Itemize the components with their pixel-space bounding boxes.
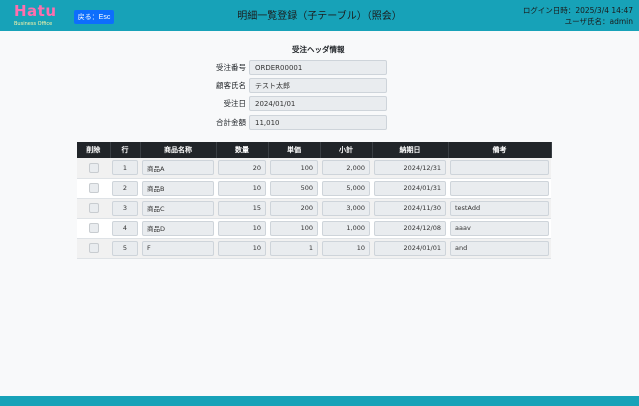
line-number: 4 — [112, 220, 138, 236]
unit-price: 100 — [270, 220, 318, 236]
due-date: 2024/11/30 — [374, 200, 446, 216]
login-datetime: ログイン日時：2025/3/4 14:47 — [523, 5, 633, 16]
note: testAdd — [450, 200, 549, 216]
quantity: 10 — [218, 180, 266, 196]
user-info: ログイン日時：2025/3/4 14:47 ユーザ氏名：admin — [523, 5, 633, 27]
col-unit-price: 単価 — [268, 142, 321, 158]
product-name: F — [142, 240, 214, 256]
quantity: 20 — [218, 160, 266, 176]
due-date: 2024/01/01 — [374, 240, 446, 256]
user-value: admin — [609, 17, 634, 26]
unit-price: 200 — [270, 200, 318, 216]
login-label: ログイン日時： — [522, 6, 576, 15]
note — [450, 180, 549, 196]
unit-price: 100 — [270, 160, 318, 176]
col-delete: 削除 — [77, 142, 111, 158]
table-row: 5 F 10 1 10 2024/01/01 and — [77, 238, 551, 259]
subtotal: 3,000 — [322, 200, 370, 216]
customer-name-label: 顧客氏名 — [216, 81, 246, 90]
due-date: 2024/12/31 — [374, 160, 446, 176]
line-number: 2 — [112, 180, 138, 196]
note: aaav — [450, 220, 549, 236]
order-header-title: 受注ヘッダ情報 — [292, 45, 345, 54]
due-date: 2024/12/08 — [374, 220, 446, 236]
quantity: 10 — [218, 240, 266, 256]
delete-checkbox[interactable] — [88, 243, 99, 253]
product-name: 商品C — [142, 200, 214, 216]
quantity: 10 — [218, 220, 266, 236]
col-note: 備考 — [448, 142, 552, 158]
table-row: 3 商品C 15 200 3,000 2024/11/30 testAdd — [77, 198, 551, 219]
table-row: 2 商品B 10 500 5,000 2024/01/31 — [77, 178, 551, 199]
footer-bar — [0, 396, 639, 406]
subtotal: 5,000 — [322, 180, 370, 196]
subtotal: 1,000 — [322, 220, 370, 236]
delete-checkbox[interactable] — [88, 183, 99, 193]
order-date-field: 2024/01/01 — [249, 96, 387, 111]
col-quantity: 数量 — [216, 142, 269, 158]
customer-name-field: テスト太郎 — [249, 78, 387, 93]
product-name: 商品D — [142, 220, 214, 236]
subtotal: 2,000 — [322, 160, 370, 176]
delete-checkbox[interactable] — [88, 223, 99, 233]
product-name: 商品A — [142, 160, 214, 176]
col-product: 商品名称 — [140, 142, 217, 158]
line-number: 1 — [112, 160, 138, 176]
subtotal: 10 — [322, 240, 370, 256]
top-bar: Hatu Business Office 戻る：Esc 明細一覧登録（子テーブル… — [0, 0, 639, 31]
col-subtotal: 小計 — [320, 142, 373, 158]
detail-table: 削除 行 商品名称 数量 単価 小計 納期日 備考 1 商品A 20 100 2… — [77, 142, 552, 259]
user-name: ユーザ氏名：admin — [523, 16, 633, 27]
table-header-row: 削除 行 商品名称 数量 単価 小計 納期日 備考 — [77, 142, 552, 158]
col-line: 行 — [110, 142, 141, 158]
unit-price: 1 — [270, 240, 318, 256]
product-name: 商品B — [142, 180, 214, 196]
delete-checkbox[interactable] — [88, 203, 99, 213]
table-row: 4 商品D 10 100 1,000 2024/12/08 aaav — [77, 218, 551, 239]
order-number-field: ORDER00001 — [249, 60, 387, 75]
line-number: 3 — [112, 200, 138, 216]
line-number: 5 — [112, 240, 138, 256]
login-value: 2025/3/4 14:47 — [575, 6, 633, 15]
quantity: 15 — [218, 200, 266, 216]
total-amount-field: 11,010 — [249, 115, 387, 130]
note: and — [450, 240, 549, 256]
order-date-label: 受注日 — [223, 99, 247, 108]
total-amount-label: 合計金額 — [216, 118, 246, 127]
unit-price: 500 — [270, 180, 318, 196]
user-label: ユーザ氏名： — [564, 17, 610, 26]
due-date: 2024/01/31 — [374, 180, 446, 196]
note — [450, 160, 549, 176]
col-due-date: 納期日 — [372, 142, 449, 158]
order-number-label: 受注番号 — [216, 63, 246, 72]
delete-checkbox[interactable] — [88, 162, 99, 173]
table-row: 1 商品A 20 100 2,000 2024/12/31 — [77, 158, 551, 179]
